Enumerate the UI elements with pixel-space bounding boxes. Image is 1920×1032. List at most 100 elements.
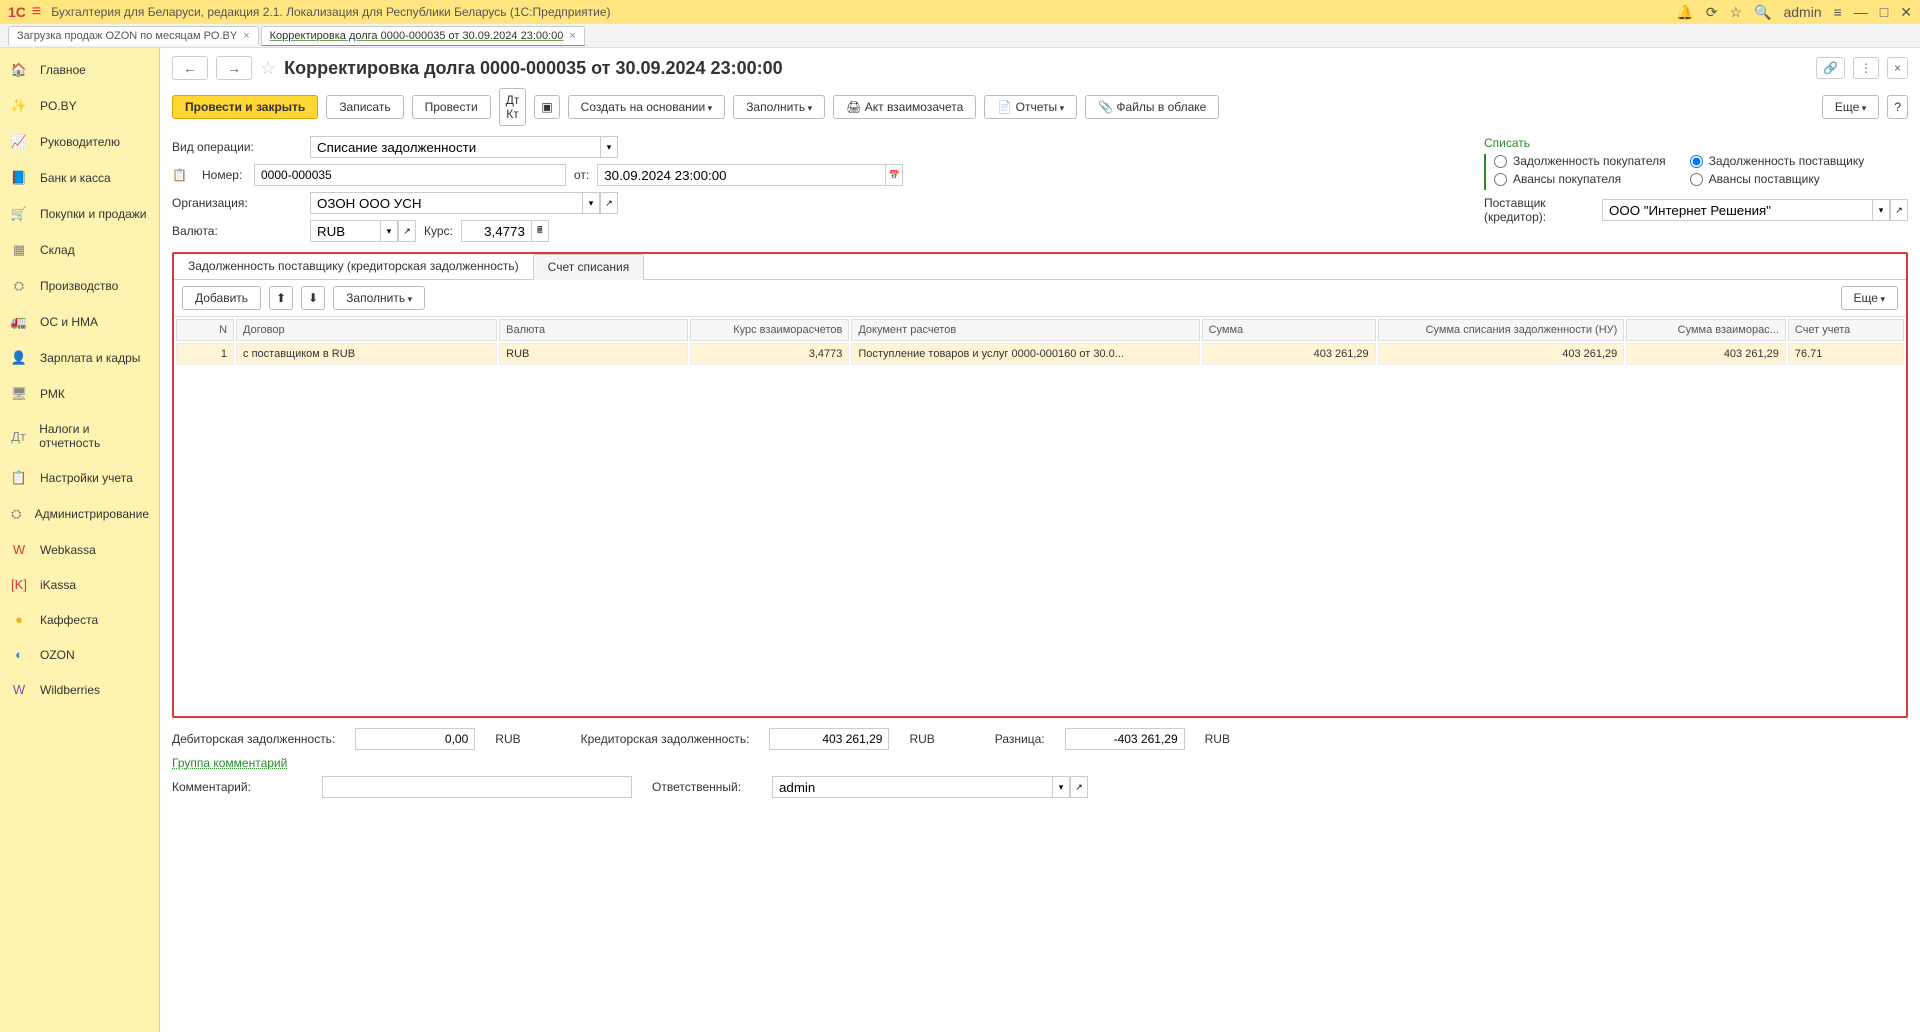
reports-button[interactable]: 📄 Отчеты (984, 95, 1077, 119)
sidebar-item-stock[interactable]: ▦Склад (0, 232, 159, 268)
sidebar-item-production[interactable]: ⛭Производство (0, 268, 159, 304)
k-icon: [K] (10, 577, 28, 592)
deb-field (355, 728, 475, 750)
sidebar-item-assets[interactable]: 🚛ОС и НМА (0, 304, 159, 340)
sidebar-item-rmk[interactable]: 🖥РМК (0, 376, 159, 412)
table-more-button[interactable]: Еще (1841, 286, 1898, 310)
bell-icon[interactable]: 🔔 (1676, 4, 1693, 21)
comment-field[interactable] (322, 776, 632, 798)
num-label: Номер: (202, 168, 246, 182)
sidebar-item-admin[interactable]: ⛭Администрирование (0, 496, 159, 532)
sidebar-item-ozon[interactable]: ◐OZON (0, 637, 159, 672)
minimize-icon[interactable]: — (1854, 4, 1868, 21)
tab-ozon-load[interactable]: Загрузка продаж OZON по месяцам PO.BY × (8, 26, 259, 45)
more-button[interactable]: Еще (1822, 95, 1879, 119)
kebab-icon[interactable]: ⋮ (1853, 57, 1879, 79)
help-button[interactable]: ? (1887, 95, 1908, 119)
sidebar-item-main[interactable]: 🏠Главное (0, 52, 159, 88)
curr-select[interactable]: ▾ ↗ (310, 220, 416, 242)
tab-debt-correction[interactable]: Корректировка долга 0000-000035 от 30.09… (261, 26, 585, 46)
calendar-icon[interactable]: 📅 (885, 164, 903, 186)
sidebar-item-manager[interactable]: 📈Руководителю (0, 124, 159, 160)
tab-supplier-debt[interactable]: Задолженность поставщику (кредиторская з… (174, 254, 533, 279)
dropdown-icon[interactable]: ▾ (380, 220, 398, 242)
op-type-select[interactable]: ▾ (310, 136, 618, 158)
maximize-icon[interactable]: □ (1880, 4, 1888, 21)
rate-label: Курс: (424, 224, 453, 238)
gear-icon: ⛭ (10, 506, 23, 522)
move-up-button[interactable]: ⬆ (269, 286, 293, 310)
dropdown-icon[interactable]: ▾ (600, 136, 618, 158)
tabbar: Загрузка продаж OZON по месяцам PO.BY × … (0, 24, 1920, 48)
search-icon[interactable]: 🔍 (1754, 4, 1771, 21)
sidebar-item-wb[interactable]: WWildberries (0, 672, 159, 707)
act-button[interactable]: 🖨 Акт взаимозачета (833, 95, 976, 119)
back-button[interactable]: ← (172, 56, 208, 80)
org-label: Организация: (172, 196, 302, 210)
tab-close-icon[interactable]: × (569, 30, 575, 42)
radio-supplier-adv[interactable] (1690, 173, 1703, 186)
sidebar-item-settings[interactable]: 📋Настройки учета (0, 460, 159, 496)
radio-customer-debt[interactable] (1494, 155, 1507, 168)
close-button[interactable]: × (1887, 57, 1908, 79)
dropdown-icon[interactable]: ▾ (1052, 776, 1070, 798)
deb-label: Дебиторская задолженность: (172, 732, 335, 746)
settings-icon[interactable]: ≡ (1834, 4, 1842, 21)
tab-writeoff-account[interactable]: Счет списания (533, 254, 645, 280)
sidebar-item-webkassa[interactable]: WWebkassa (0, 532, 159, 567)
star-icon[interactable]: ☆ (1729, 4, 1742, 21)
dropdown-icon[interactable]: ▾ (582, 192, 600, 214)
radio-supplier-debt[interactable] (1690, 155, 1703, 168)
close-icon[interactable]: ✕ (1900, 4, 1912, 21)
rate-field[interactable]: 🖩 (461, 220, 549, 242)
menu-icon[interactable]: ≡ (32, 3, 41, 21)
table-row[interactable]: 1 с поставщиком в RUB RUB 3,4773 Поступл… (176, 343, 1904, 365)
open-icon[interactable]: ↗ (1070, 776, 1088, 798)
open-icon[interactable]: ↗ (1890, 199, 1908, 221)
resp-select[interactable]: ▾ ↗ (772, 776, 1088, 798)
sidebar-item-tax[interactable]: ДтНалоги и отчетность (0, 412, 159, 460)
comment-label: Комментарий: (172, 780, 302, 794)
write-button[interactable]: Записать (326, 95, 403, 119)
structure-button[interactable]: ▣ (534, 95, 559, 119)
date-field[interactable]: 📅 (597, 164, 903, 186)
supplier-select[interactable]: ▾ ↗ (1602, 199, 1908, 221)
gear-icon: ⛭ (10, 278, 28, 294)
forward-button[interactable]: → (216, 56, 252, 80)
post-close-button[interactable]: Провести и закрыть (172, 95, 318, 119)
calc-icon[interactable]: 🖩 (531, 220, 549, 242)
history-icon[interactable]: ⟳ (1706, 4, 1718, 21)
fill-button[interactable]: Заполнить (733, 95, 825, 119)
add-row-button[interactable]: Добавить (182, 286, 261, 310)
sidebar-item-hr[interactable]: 👤Зарплата и кадры (0, 340, 159, 376)
open-icon[interactable]: ↗ (398, 220, 416, 242)
tab-close-icon[interactable]: × (243, 30, 249, 42)
sparkle-icon: ✨ (10, 98, 28, 114)
sidebar-item-kaffesta[interactable]: ●Каффеста (0, 602, 159, 637)
num-field[interactable] (254, 164, 566, 186)
cloud-button[interactable]: 📎 Файлы в облаке (1085, 95, 1219, 119)
home-icon: 🏠 (10, 62, 28, 78)
debt-table[interactable]: N Договор Валюта Курс взаиморасчетов Док… (174, 317, 1906, 367)
create-base-button[interactable]: Создать на основании (568, 95, 726, 119)
fill-rows-button[interactable]: Заполнить (333, 286, 425, 310)
from-label: от: (574, 168, 589, 182)
sidebar-item-ikassa[interactable]: [K]iKassa (0, 567, 159, 602)
open-icon[interactable]: ↗ (600, 192, 618, 214)
sidebar-item-trade[interactable]: 🛒Покупки и продажи (0, 196, 159, 232)
post-button[interactable]: Провести (412, 95, 491, 119)
favorite-icon[interactable]: ☆ (260, 58, 276, 79)
radio-customer-adv[interactable] (1494, 173, 1507, 186)
org-select[interactable]: ▾ ↗ (310, 192, 618, 214)
sidebar-item-bank[interactable]: 📘Банк и касса (0, 160, 159, 196)
diff-label: Разница: (995, 732, 1045, 746)
sidebar-item-poby[interactable]: ✨PO.BY (0, 88, 159, 124)
monitor-icon: 🖥 (10, 386, 28, 402)
group-comment-link[interactable]: Группа комментарий (172, 756, 287, 770)
move-down-button[interactable]: ⬇ (301, 286, 325, 310)
user-label[interactable]: admin (1783, 4, 1821, 21)
window-title: Бухгалтерия для Беларуси, редакция 2.1. … (51, 5, 1676, 19)
link-icon[interactable]: 🔗 (1816, 57, 1845, 79)
dropdown-icon[interactable]: ▾ (1872, 199, 1890, 221)
dtkt-button[interactable]: ДтКт (499, 88, 527, 126)
